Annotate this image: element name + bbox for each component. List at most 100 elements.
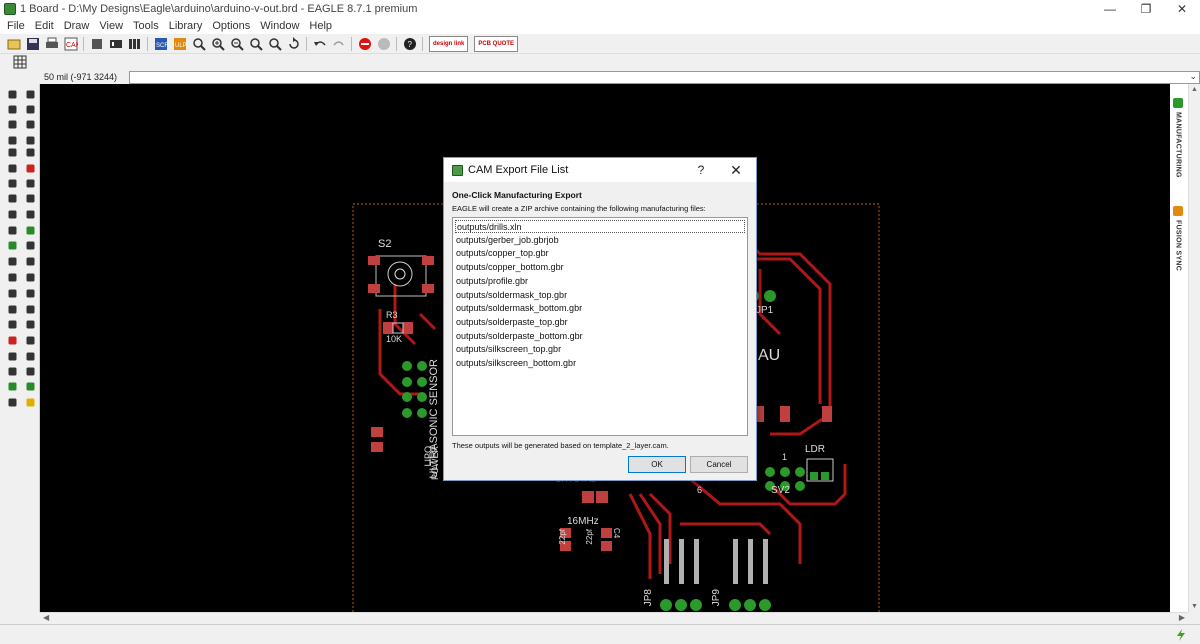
optimize-icon[interactable] xyxy=(24,224,36,236)
zoom-previous-icon[interactable] xyxy=(267,36,283,52)
info-icon[interactable] xyxy=(6,88,18,100)
circle-icon[interactable] xyxy=(6,303,18,315)
library-icon[interactable] xyxy=(127,36,143,52)
list-item[interactable]: outputs/solderpaste_top.gbr xyxy=(455,316,745,329)
meander-icon[interactable] xyxy=(24,239,36,251)
zoom-fit-icon[interactable] xyxy=(191,36,207,52)
scroll-down-icon[interactable]: ▼ xyxy=(1191,603,1198,610)
pcb-quote-button[interactable]: PCB QUOTE xyxy=(474,35,519,52)
ok-button[interactable]: OK xyxy=(628,456,686,473)
list-item[interactable]: outputs/silkscreen_top.gbr xyxy=(455,343,745,356)
go-icon[interactable] xyxy=(376,36,392,52)
scroll-left-icon[interactable]: ◀ xyxy=(43,613,49,622)
command-input[interactable]: ⌄ xyxy=(129,71,1200,84)
mirror-icon[interactable] xyxy=(6,134,18,146)
vertical-scrollbar[interactable]: ▲ ▼ xyxy=(1188,84,1200,612)
text-icon[interactable] xyxy=(24,287,36,299)
list-item[interactable]: outputs/profile.gbr xyxy=(455,275,745,288)
redo-icon[interactable] xyxy=(331,36,347,52)
delete-icon[interactable] xyxy=(24,162,36,174)
cut-icon[interactable] xyxy=(6,192,18,204)
route-icon[interactable] xyxy=(6,239,18,251)
menu-options[interactable]: Options xyxy=(207,20,255,32)
split-icon[interactable] xyxy=(24,192,36,204)
list-item[interactable]: outputs/gerber_job.gbrjob xyxy=(455,234,745,247)
list-item[interactable]: outputs/copper_bottom.gbr xyxy=(455,261,745,274)
menu-library[interactable]: Library xyxy=(164,20,208,32)
minimize-button[interactable]: — xyxy=(1092,0,1128,18)
board-icon[interactable] xyxy=(108,36,124,52)
lock-icon[interactable] xyxy=(6,208,18,220)
warning-icon[interactable] xyxy=(24,396,36,408)
zoom-select-icon[interactable] xyxy=(248,36,264,52)
move-icon[interactable] xyxy=(24,118,36,130)
drc-icon[interactable] xyxy=(24,380,36,392)
errors-icon[interactable] xyxy=(6,396,18,408)
menu-edit[interactable]: Edit xyxy=(30,20,59,32)
list-item[interactable]: outputs/silkscreen_bottom.gbr xyxy=(455,357,745,370)
grid-icon[interactable] xyxy=(12,54,28,70)
menu-view[interactable]: View xyxy=(94,20,128,32)
menu-tools[interactable]: Tools xyxy=(128,20,164,32)
save-icon[interactable] xyxy=(25,36,41,52)
hole-icon[interactable] xyxy=(24,271,36,283)
rect-icon[interactable] xyxy=(6,318,18,330)
script-icon[interactable]: SCR xyxy=(153,36,169,52)
scroll-up-icon[interactable]: ▲ xyxy=(1191,86,1198,93)
ulp-icon[interactable]: ULP xyxy=(172,36,188,52)
list-item[interactable]: outputs/drills.xln xyxy=(455,220,745,233)
schematic-icon[interactable] xyxy=(89,36,105,52)
lightning-bolt-icon[interactable] xyxy=(1174,628,1188,642)
chevron-down-icon[interactable]: ⌄ xyxy=(1189,71,1197,82)
zoom-in-icon[interactable] xyxy=(210,36,226,52)
cam-processor-icon[interactable]: CAM xyxy=(63,36,79,52)
layers-icon[interactable] xyxy=(6,103,18,115)
file-list[interactable]: outputs/drills.xln outputs/gerber_job.gb… xyxy=(452,217,748,436)
eye-icon[interactable] xyxy=(24,88,36,100)
attribute-icon[interactable] xyxy=(24,350,36,362)
list-item[interactable]: outputs/soldermask_bottom.gbr xyxy=(455,302,745,315)
cancel-button[interactable]: Cancel xyxy=(690,456,748,473)
maximize-button[interactable]: ❐ xyxy=(1128,0,1164,18)
redraw-icon[interactable] xyxy=(286,36,302,52)
undo-icon[interactable] xyxy=(312,36,328,52)
miter-icon[interactable] xyxy=(6,224,18,236)
marker-icon[interactable] xyxy=(6,365,18,377)
print-icon[interactable] xyxy=(44,36,60,52)
scroll-right-icon[interactable]: ▶ xyxy=(1179,613,1185,622)
smash-icon[interactable] xyxy=(24,208,36,220)
horizontal-scrollbar[interactable]: ◀ ▶ xyxy=(40,612,1188,624)
list-item[interactable]: outputs/copper_top.gbr xyxy=(455,247,745,260)
signal-icon[interactable] xyxy=(24,255,36,267)
tab-manufacturing[interactable]: MANUFACTURING xyxy=(1172,98,1184,178)
dialog-help-button[interactable]: ? xyxy=(686,163,716,177)
menu-help[interactable]: Help xyxy=(304,20,337,32)
via-icon[interactable] xyxy=(6,271,18,283)
select-icon[interactable] xyxy=(6,118,18,130)
dimension-icon[interactable] xyxy=(6,350,18,362)
dialog-close-button[interactable]: ✕ xyxy=(716,162,756,179)
arc-icon[interactable] xyxy=(24,303,36,315)
group-icon[interactable] xyxy=(24,177,36,189)
ratsnest-icon[interactable] xyxy=(6,334,18,346)
paste-icon[interactable] xyxy=(6,162,18,174)
autorouter-icon[interactable] xyxy=(24,334,36,346)
design-link-button[interactable]: design link xyxy=(429,35,469,52)
line-icon[interactable] xyxy=(6,287,18,299)
menu-window[interactable]: Window xyxy=(255,20,304,32)
menu-file[interactable]: File xyxy=(2,20,30,32)
close-button[interactable]: ✕ xyxy=(1164,0,1200,18)
width-icon[interactable] xyxy=(24,365,36,377)
zoom-out-icon[interactable] xyxy=(229,36,245,52)
help-icon[interactable]: ? xyxy=(402,36,418,52)
rotate-icon[interactable] xyxy=(24,134,36,146)
wrench-icon[interactable] xyxy=(6,177,18,189)
erc-icon[interactable] xyxy=(6,380,18,392)
polygon-icon[interactable] xyxy=(24,318,36,330)
stop-icon[interactable] xyxy=(357,36,373,52)
list-item[interactable]: outputs/solderpaste_bottom.gbr xyxy=(455,330,745,343)
ripup-icon[interactable] xyxy=(6,255,18,267)
menu-draw[interactable]: Draw xyxy=(59,20,95,32)
list-item[interactable]: outputs/soldermask_top.gbr xyxy=(455,289,745,302)
tab-fusion-sync[interactable]: FUSION SYNC xyxy=(1172,206,1184,271)
